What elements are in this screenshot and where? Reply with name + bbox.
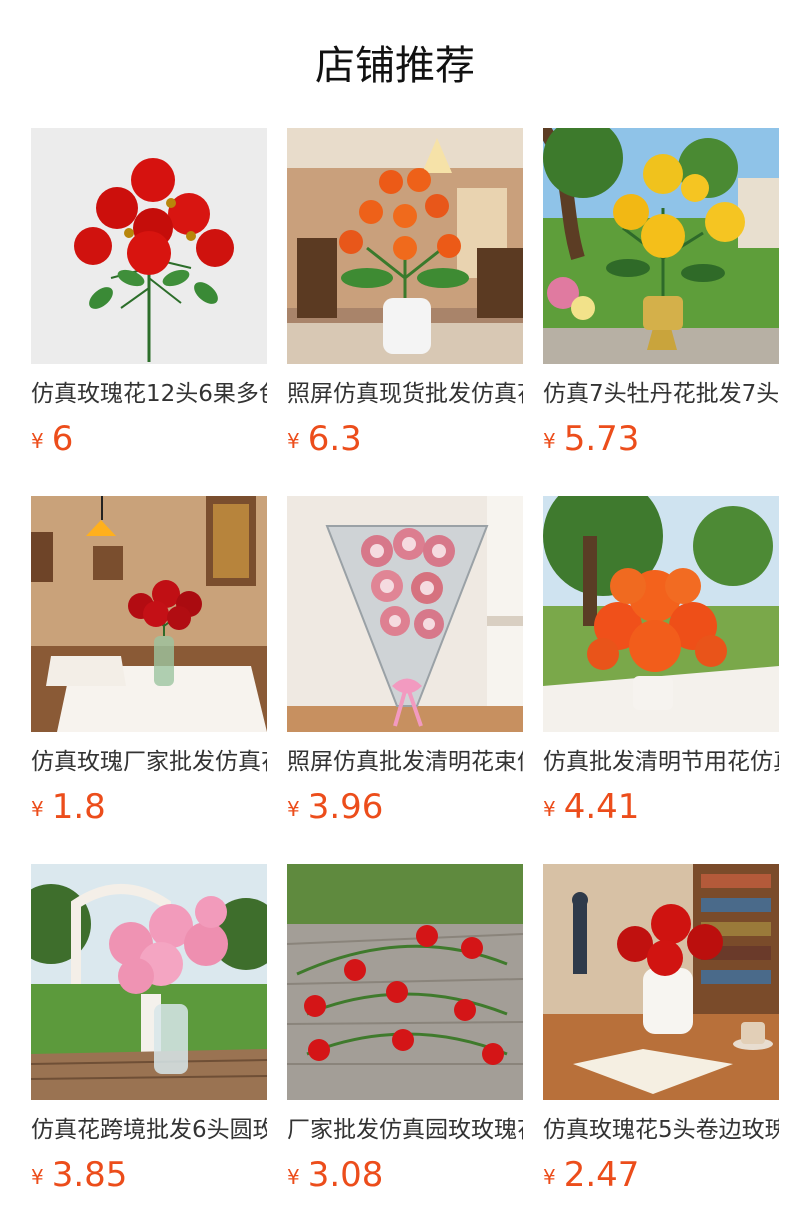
red-rose-bouquet-image [31, 128, 267, 364]
price-amount: 6 [51, 419, 74, 459]
red-rose-vase-restaurant-image [31, 496, 267, 732]
product-price: ¥6 [31, 416, 73, 462]
product-price: ¥1.8 [31, 784, 106, 830]
currency-symbol: ¥ [543, 797, 556, 821]
currency-symbol: ¥ [31, 797, 44, 821]
product-name: 照屏仿真批发清明花束仿真 [287, 749, 523, 775]
product-name: 仿真7头牡丹花批发7头仿真 [543, 381, 779, 407]
product-name: 仿真玫瑰厂家批发仿真花 [31, 749, 267, 775]
currency-symbol: ¥ [287, 797, 300, 821]
pink-rose-vase-wedding-image [31, 864, 267, 1100]
product-name: 厂家批发仿真园玫玫瑰花藤 [287, 1117, 523, 1143]
product-card[interactable]: 仿真花跨境批发6头圆玫瑰 ¥3.85 [31, 864, 267, 1204]
rose-vine-garland-image [287, 864, 523, 1100]
red-rose-vase-library-image [543, 864, 779, 1100]
orange-flower-pot-image [287, 128, 523, 364]
price-amount: 3.08 [307, 1155, 384, 1195]
yellow-peony-basket-image [543, 128, 779, 364]
price-amount: 5.73 [563, 419, 640, 459]
currency-symbol: ¥ [287, 429, 300, 453]
price-amount: 1.8 [51, 787, 106, 827]
currency-symbol: ¥ [543, 1165, 556, 1189]
currency-symbol: ¥ [31, 429, 44, 453]
product-name: 照屏仿真现货批发仿真花卉 [287, 381, 523, 407]
currency-symbol: ¥ [287, 1165, 300, 1189]
product-card[interactable]: 照屏仿真批发清明花束仿真 ¥3.96 [287, 496, 523, 836]
product-card[interactable]: 照屏仿真现货批发仿真花卉 ¥6.3 [287, 128, 523, 468]
currency-symbol: ¥ [31, 1165, 44, 1189]
product-card[interactable]: 厂家批发仿真园玫玫瑰花藤 ¥3.08 [287, 864, 523, 1204]
price-amount: 2.47 [563, 1155, 640, 1195]
price-amount: 3.96 [307, 787, 384, 827]
product-name: 仿真批发清明节用花仿真花 [543, 749, 779, 775]
product-price: ¥3.85 [31, 1152, 127, 1198]
product-name: 仿真玫瑰花12头6果多色婚庆 [31, 381, 267, 407]
product-price: ¥4.41 [543, 784, 639, 830]
product-price: ¥5.73 [543, 416, 639, 462]
product-price: ¥3.08 [287, 1152, 383, 1198]
product-card[interactable]: 仿真玫瑰花12头6果多色婚庆 ¥6 [31, 128, 267, 468]
product-name: 仿真玫瑰花5头卷边玫瑰花 [543, 1117, 779, 1143]
price-amount: 3.85 [51, 1155, 128, 1195]
section-title: 店铺推荐 [315, 43, 475, 89]
product-card[interactable]: 仿真玫瑰花5头卷边玫瑰花 ¥2.47 [543, 864, 779, 1204]
product-card[interactable]: 仿真批发清明节用花仿真花 ¥4.41 [543, 496, 779, 836]
product-price: ¥6.3 [287, 416, 362, 462]
product-card[interactable]: 仿真玫瑰厂家批发仿真花 ¥1.8 [31, 496, 267, 836]
product-name: 仿真花跨境批发6头圆玫瑰 [31, 1117, 267, 1143]
price-amount: 4.41 [563, 787, 640, 827]
product-card[interactable]: 仿真7头牡丹花批发7头仿真 ¥5.73 [543, 128, 779, 468]
product-price: ¥2.47 [543, 1152, 639, 1198]
currency-symbol: ¥ [543, 429, 556, 453]
wrapped-bouquet-image [287, 496, 523, 732]
price-amount: 6.3 [307, 419, 362, 459]
product-price: ¥3.96 [287, 784, 383, 830]
orange-chrysanthemum-pot-image [543, 496, 779, 732]
